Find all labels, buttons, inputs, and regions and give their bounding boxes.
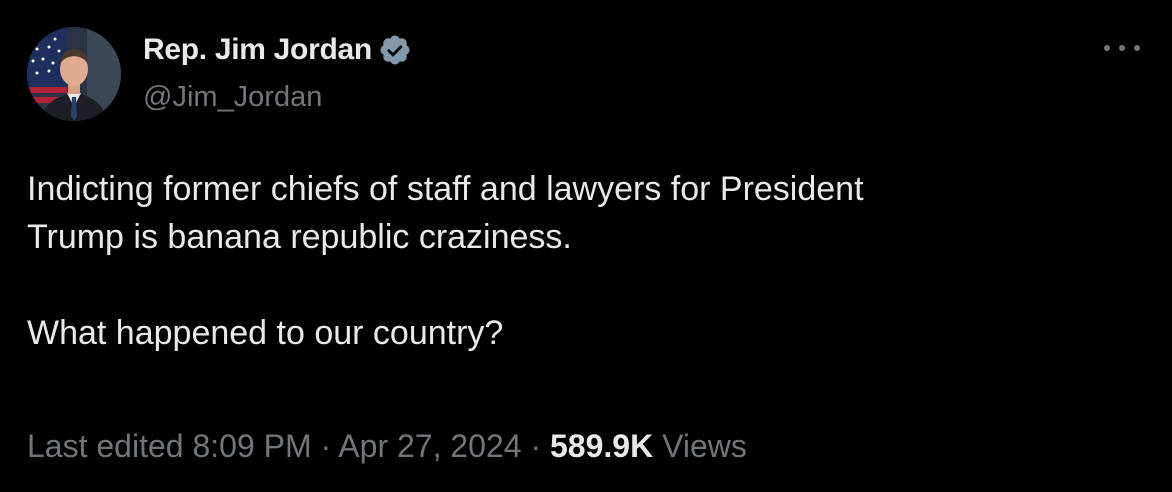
avatar-photo [27, 27, 121, 121]
tweet-text-line: What happened to our country? [27, 314, 504, 352]
tweet-text-line: Trump is banana republic craziness. [27, 218, 572, 256]
more-options-icon[interactable] [1104, 33, 1140, 63]
author-handle[interactable]: @Jim_Jordan [143, 81, 322, 114]
edited-label[interactable]: Last edited [27, 428, 184, 464]
views-label: Views [662, 428, 747, 464]
tweet-text-line: Indicting former chiefs of staff and law… [27, 170, 864, 208]
verified-badge-icon[interactable] [378, 33, 412, 67]
more-dot [1134, 45, 1140, 51]
more-dot [1104, 45, 1110, 51]
tweet-card: Rep. Jim Jordan @Jim_Jordan Indicting fo… [0, 0, 1172, 492]
meta-separator: · [530, 428, 542, 464]
tweet-date[interactable]: Apr 27, 2024 [338, 428, 521, 464]
tweet-metadata: Last edited 8:09 PM · Apr 27, 2024 · 589… [27, 428, 747, 465]
views-count[interactable]: 589.9K [550, 428, 653, 464]
tweet-time[interactable]: 8:09 PM [192, 428, 311, 464]
author-name-row[interactable]: Rep. Jim Jordan [143, 30, 412, 70]
author-display-name[interactable]: Rep. Jim Jordan [143, 33, 372, 67]
meta-separator: · [320, 428, 332, 464]
avatar[interactable] [27, 27, 121, 121]
tweet-text: Indicting former chiefs of staff and law… [27, 165, 1137, 357]
more-dot [1119, 45, 1125, 51]
